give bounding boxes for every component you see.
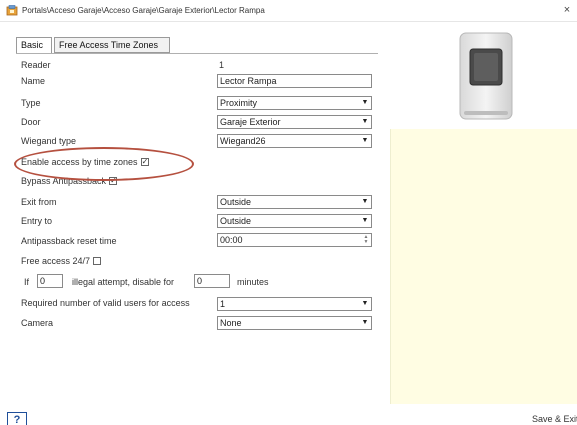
chevron-down-icon[interactable]: ▼ <box>359 298 371 310</box>
entry-to-select-value: Outside <box>220 216 252 226</box>
chevron-down-icon[interactable]: ▼ <box>359 135 371 147</box>
tab-basic[interactable]: Basic <box>16 37 52 54</box>
name-label: Name <box>21 76 46 86</box>
tab-free-access-time-zones[interactable]: Free Access Time Zones <box>54 37 170 53</box>
exit-from-select-value: Outside <box>220 197 252 207</box>
spin-down-icon[interactable]: ▼ <box>364 239 369 245</box>
spinner-icon[interactable]: ▲ ▼ <box>362 235 370 245</box>
free-access-label: Free access 24/7 <box>21 256 91 266</box>
antipassback-reset-time-input[interactable]: 00:00 ▲ ▼ <box>217 233 372 247</box>
required-users-select-value: 1 <box>220 299 226 309</box>
bypass-antipassback-label: Bypass Antipassback <box>21 176 107 186</box>
chevron-down-icon[interactable]: ▼ <box>359 116 371 128</box>
type-select[interactable]: Proximity ▼ <box>217 96 372 110</box>
chevron-down-icon[interactable]: ▼ <box>359 97 371 109</box>
enable-time-zones-checkbox[interactable]: ✓ <box>140 157 149 166</box>
enable-time-zones-row: Enable access by time zones ✓ <box>21 157 149 167</box>
antipassback-reset-label: Antipassback reset time <box>21 236 117 246</box>
bypass-antipassback-checkbox[interactable]: ✓ <box>109 176 118 185</box>
free-access-checkbox[interactable] <box>93 256 102 265</box>
camera-label: Camera <box>21 318 54 328</box>
chevron-down-icon[interactable]: ▼ <box>359 317 371 329</box>
entry-to-label: Entry to <box>21 216 53 226</box>
required-users-label: Required number of valid users for acces… <box>21 298 190 308</box>
door-select[interactable]: Garaje Exterior ▼ <box>217 115 372 129</box>
required-users-select[interactable]: 1 ▼ <box>217 297 372 311</box>
save-exit-button[interactable]: Save & Exit <box>532 414 577 424</box>
door-label: Door <box>21 117 41 127</box>
preview-panel <box>390 129 577 404</box>
illegal-middle-text: illegal attempt, disable for <box>72 277 175 287</box>
camera-select[interactable]: None ▼ <box>217 316 372 330</box>
reader-label: Reader <box>21 60 51 70</box>
type-select-value: Proximity <box>220 98 258 108</box>
camera-select-value: None <box>220 318 242 328</box>
wiegand-select[interactable]: Wiegand26 ▼ <box>217 134 372 148</box>
illegal-prefix: If <box>24 277 30 287</box>
free-access-row: Free access 24/7 <box>21 256 102 266</box>
antipassback-reset-time-value: 00:00 <box>220 235 243 245</box>
bypass-antipassback-row: Bypass Antipassback ✓ <box>21 176 118 186</box>
name-input[interactable]: Lector Rampa <box>217 74 372 88</box>
disable-minutes-input[interactable]: 0 <box>194 274 230 288</box>
reader-value: 1 <box>219 60 225 70</box>
wiegand-label: Wiegand type <box>21 136 77 146</box>
exit-from-select[interactable]: Outside ▼ <box>217 195 372 209</box>
window-title: Portals\Acceso Garaje\Acceso Garaje\Gara… <box>22 6 265 15</box>
app-icon <box>6 5 18 16</box>
reader-device-image <box>459 32 513 120</box>
help-button[interactable]: ? <box>7 412 27 425</box>
entry-to-select[interactable]: Outside ▼ <box>217 214 372 228</box>
chevron-down-icon[interactable]: ▼ <box>359 196 371 208</box>
close-icon[interactable]: × <box>561 4 573 16</box>
enable-time-zones-label: Enable access by time zones <box>21 157 138 167</box>
door-select-value: Garaje Exterior <box>220 117 281 127</box>
minutes-suffix: minutes <box>237 277 269 287</box>
chevron-down-icon[interactable]: ▼ <box>359 215 371 227</box>
exit-from-label: Exit from <box>21 197 57 207</box>
illegal-attempts-input[interactable]: 0 <box>37 274 63 288</box>
type-label: Type <box>21 98 41 108</box>
tab-panel-border <box>16 53 378 54</box>
title-bar: Portals\Acceso Garaje\Acceso Garaje\Gara… <box>0 0 577 22</box>
wiegand-select-value: Wiegand26 <box>220 136 266 146</box>
